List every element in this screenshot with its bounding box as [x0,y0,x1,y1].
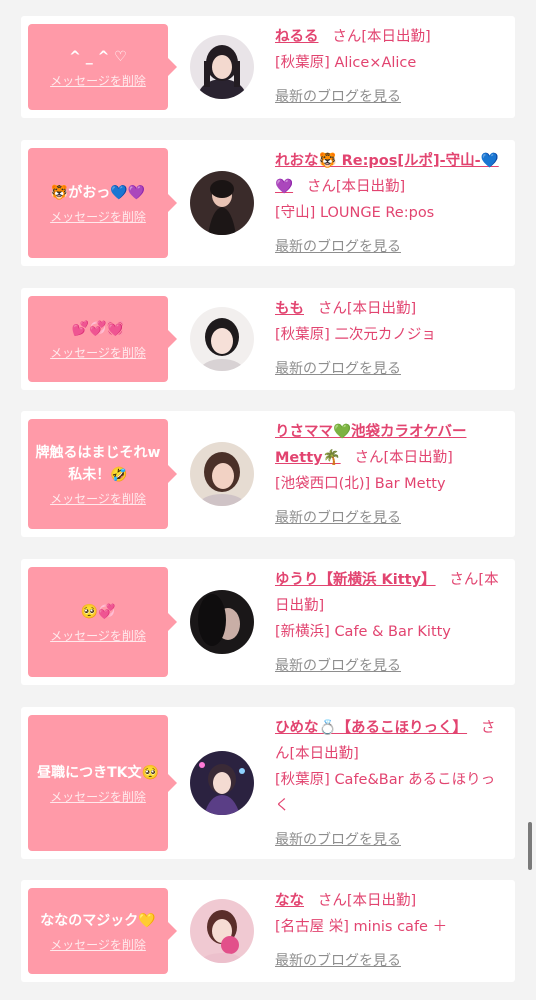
work-status: [本日出勤] [383,450,453,466]
message-bubble: 🥺💞 メッセージを削除 [28,567,177,677]
avatar[interactable] [190,899,254,963]
message-text: 💕💞💓 [71,320,125,337]
message-bubble: 💕💞💓 メッセージを削除 [28,296,177,382]
work-status: [本日出勤] [346,301,417,317]
shop-name: LOUNGE Re:pos [319,205,435,221]
honorific: さん [449,572,479,588]
scrollbar-thumb[interactable] [528,822,532,870]
shop-area: [守山] [275,205,316,221]
message-card: 💕💞💓 メッセージを削除 もも さん[本日出勤] [秋葉原] 二次元カノジョ 最… [21,288,515,390]
shop-area: [名古屋 栄] [275,919,349,935]
honorific: さん [317,301,347,317]
avatar[interactable] [190,171,254,235]
avatar[interactable] [190,307,254,371]
shop-area: [池袋西口(北)] [275,476,371,492]
latest-blog-link[interactable]: 最新のブログを見る [275,505,507,531]
message-text: 牌触るはまじそれw私未！🤣 [35,444,161,483]
latest-blog-link[interactable]: 最新のブログを見る [275,84,507,110]
message-card: ななのマジック💛 メッセージを削除 なな さん[本日出勤] [名古屋 栄] mi… [21,880,515,982]
delete-message-link[interactable]: メッセージを削除 [50,208,146,225]
message-bubble: ^ _ ^ ♡ メッセージを削除 [28,24,177,110]
cast-name-link[interactable]: もも [275,301,304,317]
message-card: 牌触るはまじそれw私未！🤣 メッセージを削除 りさママ💚池袋カラオケバーMett… [21,411,515,537]
shop-name: 二次元カノジョ [334,327,436,343]
message-bubble: 昼職につきTK文🥺 メッセージを削除 [28,715,177,851]
latest-blog-link[interactable]: 最新のブログを見る [275,948,507,974]
shop-name: Alice×Alice [334,55,417,71]
work-status: [本日出勤] [289,746,359,762]
message-text: 🐯がおっ💙💜 [50,184,146,201]
latest-blog-link[interactable]: 最新のブログを見る [275,827,507,853]
message-card: 🐯がおっ💙💜 メッセージを削除 れおな🐯 Re:pos[ルポ]-守山-💙💜 さん… [21,140,515,266]
delete-message-link[interactable]: メッセージを削除 [50,788,146,805]
delete-message-link[interactable]: メッセージを削除 [50,936,146,953]
shop-area: [秋葉原] [275,772,330,788]
shop-area: [秋葉原] [275,327,330,343]
delete-message-link[interactable]: メッセージを削除 [50,344,146,361]
delete-message-link[interactable]: メッセージを削除 [50,627,146,644]
avatar[interactable] [190,442,254,506]
message-card: 昼職につきTK文🥺 メッセージを削除 ひめな💍【あるこほりっく】 さん[本日出勤… [21,707,515,859]
message-text: ななのマジック💛 [40,912,156,929]
cast-name-link[interactable]: なな [275,893,304,909]
cast-info: もも さん[本日出勤] [秋葉原] 二次元カノジョ 最新のブログを見る [275,296,507,382]
message-bubble: 🐯がおっ💙💜 メッセージを削除 [28,148,177,258]
cast-info: れおな🐯 Re:pos[ルポ]-守山-💙💜 さん[本日出勤] [守山] LOUN… [275,148,507,260]
cast-info: りさママ💚池袋カラオケバーMetty🌴 さん[本日出勤] [池袋西口(北)] B… [275,419,507,531]
shop-area: [新横浜] [275,624,330,640]
delete-message-link[interactable]: メッセージを削除 [50,490,146,507]
avatar[interactable] [190,751,254,815]
cast-info: ねるる さん[本日出勤] [秋葉原] Alice×Alice 最新のブログを見る [275,24,507,110]
cast-info: ひめな💍【あるこほりっく】 さん[本日出勤] [秋葉原] Cafe&Bar ある… [275,715,507,853]
avatar[interactable] [190,590,254,654]
cast-name-link[interactable]: ひめな💍【あるこほりっく】 [275,720,467,736]
latest-blog-link[interactable]: 最新のブログを見る [275,356,507,382]
avatar[interactable] [190,35,254,99]
message-text: 🥺💞 [80,603,116,620]
cast-info: なな さん[本日出勤] [名古屋 栄] minis cafe ＋ 最新のブログを… [275,888,507,974]
message-text: 昼職につきTK文🥺 [37,764,159,781]
message-card: 🥺💞 メッセージを削除 ゆうり【新横浜 Kitty】 さん[本日出勤] [新横浜… [21,559,515,685]
honorific: さん [332,29,362,45]
work-status: [本日出勤] [361,29,431,45]
latest-blog-link[interactable]: 最新のブログを見る [275,234,507,260]
cast-name-link[interactable]: ねるる [275,29,319,45]
message-bubble: 牌触るはまじそれw私未！🤣 メッセージを削除 [28,419,177,529]
message-bubble: ななのマジック💛 メッセージを削除 [28,888,177,974]
cast-name-link[interactable]: ゆうり【新横浜 Kitty】 [275,572,436,588]
honorific: さん [306,179,336,195]
message-card: ^ _ ^ ♡ メッセージを削除 ねるる さん[本日出勤] [秋葉原] Alic… [21,16,515,118]
shop-name: Bar Metty [374,476,446,492]
cast-info: ゆうり【新横浜 Kitty】 さん[本日出勤] [新横浜] Cafe & Bar… [275,567,507,679]
honorific: さん [317,893,347,909]
shop-name: Cafe & Bar Kitty [334,624,451,640]
work-status: [本日出勤] [335,179,406,195]
message-text: ^ _ ^ ♡ [69,48,127,65]
delete-message-link[interactable]: メッセージを削除 [50,72,146,89]
latest-blog-link[interactable]: 最新のブログを見る [275,653,507,679]
work-status: [本日出勤] [346,893,417,909]
honorific: さん [354,450,384,466]
shop-area: [秋葉原] [275,55,330,71]
shop-name: minis cafe ＋ [353,919,448,935]
